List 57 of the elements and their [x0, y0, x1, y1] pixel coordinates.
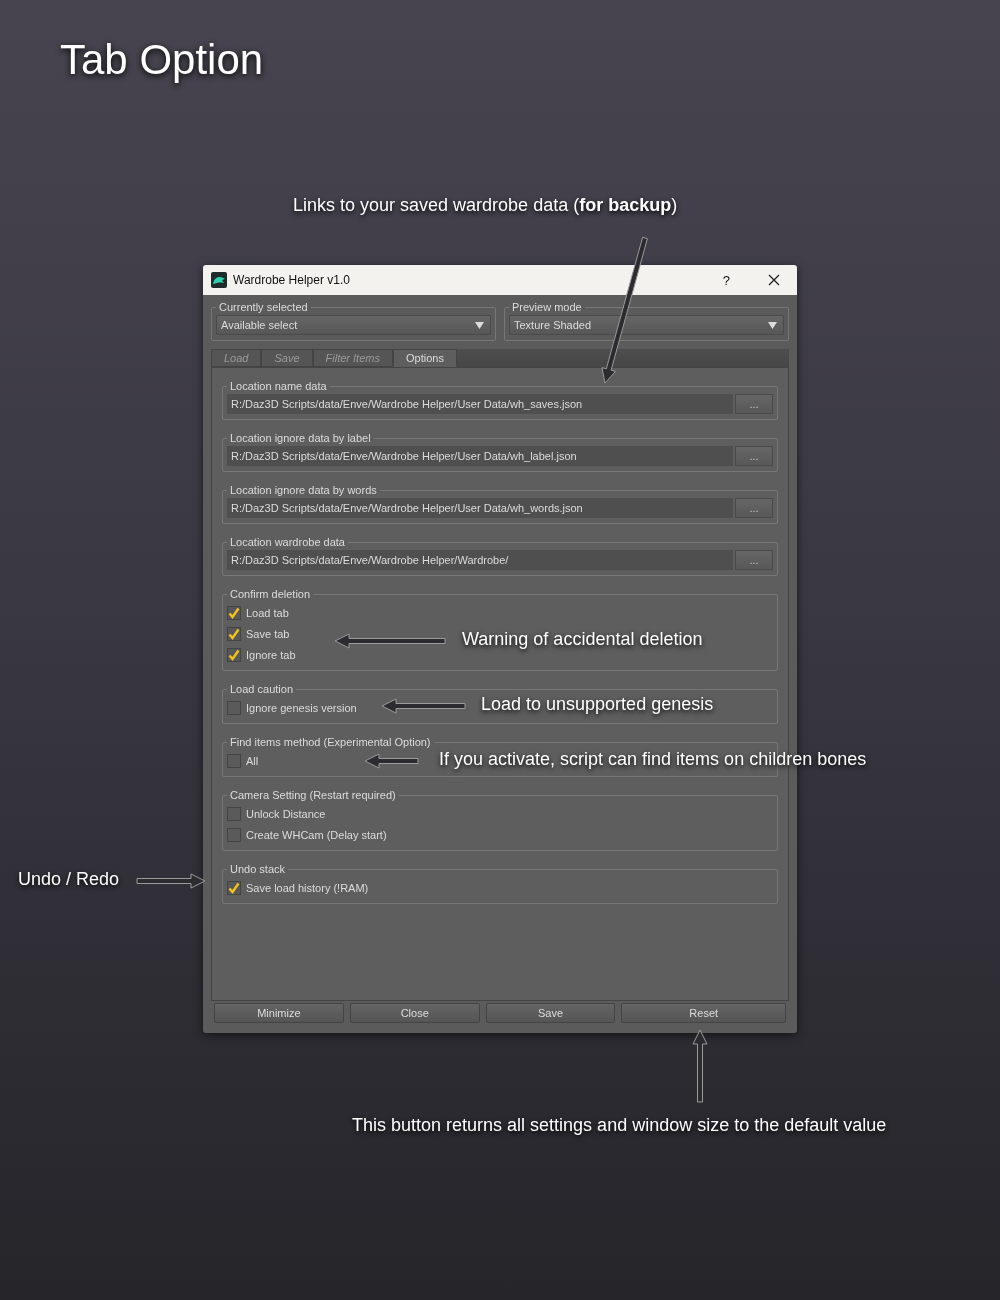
annotation-text: Warning of accidental deletion: [462, 629, 703, 650]
caret-icon: [768, 321, 777, 329]
checkbox-label: Load tab: [246, 606, 289, 619]
group-label: Currently selected: [218, 301, 309, 313]
checkbox-label: Save tab: [246, 627, 290, 640]
group-label: Location name data: [229, 380, 328, 392]
dialog-button[interactable]: Minimize: [214, 1003, 344, 1023]
annotation-arrow: [136, 873, 206, 889]
group-label: Preview mode: [511, 301, 583, 313]
path-field[interactable]: R:/Daz3D Scripts/data/Enve/Wardrobe Helper/Wardrobe/: [227, 550, 733, 570]
help-button[interactable]: ?: [718, 272, 734, 288]
page-title: Tab Option: [60, 36, 264, 84]
checkbox[interactable]: [227, 605, 241, 620]
dialog-button[interactable]: Close: [349, 1003, 480, 1023]
checkbox[interactable]: [227, 626, 241, 641]
path-field[interactable]: R:/Daz3D Scripts/data/Enve/Wardrobe Helper/User Data/wh_words.json: [227, 498, 733, 518]
dropdown[interactable]: Available select: [216, 315, 491, 335]
browse-button[interactable]: ...: [735, 394, 773, 414]
checkbox-label: All: [246, 754, 259, 767]
checkbox-label: Ignore tab: [246, 648, 296, 661]
group-label: Location ignore data by label: [229, 432, 372, 444]
tab[interactable]: Options: [392, 349, 457, 367]
checkbox[interactable]: [227, 647, 241, 662]
dialog-button[interactable]: Save: [485, 1003, 616, 1023]
annotation-text: Links to your saved wardrobe data (for backup): [293, 195, 678, 216]
checkbox[interactable]: [227, 700, 241, 715]
browse-button[interactable]: ...: [735, 446, 773, 466]
group-label: Location wardrobe data: [229, 536, 346, 548]
browse-button[interactable]: ...: [735, 550, 773, 570]
caret-icon: [475, 321, 484, 329]
checkbox[interactable]: [227, 880, 241, 895]
dialog-button[interactable]: Reset: [621, 1003, 786, 1023]
checkbox-label: Save load history (!RAM): [246, 881, 369, 894]
group-label: Confirm deletion: [229, 588, 312, 600]
group-label: Load caution: [229, 683, 294, 695]
window-title: Wardrobe Helper v1.0: [233, 273, 351, 287]
dropdown[interactable]: Texture Shaded: [509, 315, 784, 335]
group-label: Location ignore data by words: [229, 484, 378, 496]
group-label: Undo stack: [229, 863, 287, 875]
annotation-text: Undo / Redo: [18, 869, 120, 890]
app-icon: [211, 272, 227, 288]
browse-button[interactable]: ...: [735, 498, 773, 518]
path-field[interactable]: R:/Daz3D Scripts/data/Enve/Wardrobe Helper/User Data/wh_label.json: [227, 446, 733, 466]
annotation-text: This button returns all settings and window size to the default value: [352, 1115, 887, 1136]
checkbox[interactable]: [227, 827, 241, 842]
checkbox[interactable]: [227, 753, 241, 768]
checkbox[interactable]: [227, 806, 241, 821]
group-label: Camera Setting (Restart required): [229, 789, 397, 801]
annotation-arrow: [364, 753, 419, 769]
path-field[interactable]: R:/Daz3D Scripts/data/Enve/Wardrobe Helper/User Data/wh_saves.json: [227, 394, 733, 414]
annotation-text: If you activate, script can find items on children bones: [439, 749, 867, 770]
checkbox-label: Unlock Distance: [246, 807, 326, 820]
annotation-text: Load to unsupported genesis: [481, 694, 714, 715]
checkbox-label: Create WHCam (Delay start): [246, 828, 387, 841]
group-label: Find items method (Experimental Option): [229, 736, 432, 748]
close-icon[interactable]: [768, 274, 780, 286]
checkbox-label: Ignore genesis version: [246, 701, 357, 714]
